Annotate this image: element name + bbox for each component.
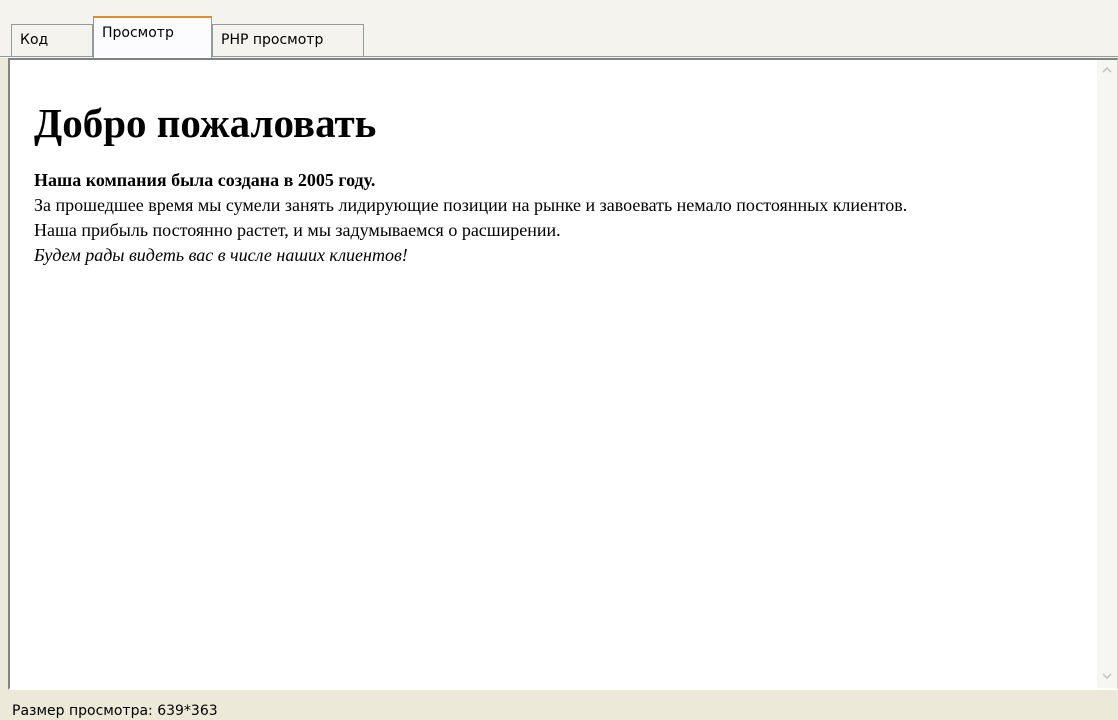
tab-code[interactable]: Код bbox=[11, 24, 93, 56]
preview-line-2: Наша прибыль постоянно растет, и мы заду… bbox=[34, 220, 561, 240]
tab-php-preview[interactable]: PHP просмотр bbox=[212, 24, 364, 56]
tab-strip: Код Просмотр PHP просмотр bbox=[0, 0, 1118, 58]
tab-code-label: Код bbox=[20, 32, 49, 48]
vertical-scrollbar[interactable] bbox=[1097, 60, 1117, 688]
preview-pane[interactable]: Добро пожаловать Наша компания была созд… bbox=[8, 58, 1118, 690]
preview-heading: Добро пожаловать bbox=[34, 100, 377, 146]
preview-line-1: За прошедшее время мы сумели занять лиди… bbox=[34, 195, 908, 215]
preview-content: Добро пожаловать Наша компания была созд… bbox=[34, 98, 1094, 268]
chevron-up-icon[interactable] bbox=[1099, 64, 1115, 80]
tab-php-preview-label: PHP просмотр bbox=[221, 32, 324, 48]
status-bar: Размер просмотра: 639*363 bbox=[0, 690, 1118, 720]
tab-preview-label: Просмотр bbox=[102, 25, 174, 41]
tab-preview[interactable]: Просмотр bbox=[93, 16, 212, 58]
preview-size-status: Размер просмотра: 639*363 bbox=[12, 703, 218, 719]
preview-italic-line: Будем рады видеть вас в числе наших клие… bbox=[34, 245, 408, 265]
preview-bold-line: Наша компания была создана в 2005 году. bbox=[34, 170, 376, 190]
chevron-down-icon[interactable] bbox=[1099, 670, 1115, 686]
preview-paragraph: Наша компания была создана в 2005 году. … bbox=[34, 168, 1044, 268]
